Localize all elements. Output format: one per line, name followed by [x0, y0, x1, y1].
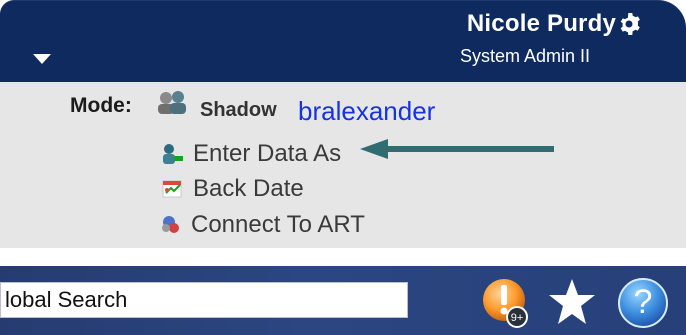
user-name[interactable]: Nicole Purdy	[467, 10, 616, 38]
calendar-icon	[162, 180, 182, 198]
back-date-label: Back Date	[193, 175, 304, 202]
dropdown-caret-icon[interactable]	[32, 52, 52, 66]
settings-gear-icon[interactable]	[617, 12, 641, 36]
enter-data-as-link[interactable]: Enter Data As	[160, 140, 341, 168]
global-search-value: lobal Search	[5, 287, 128, 312]
section-gap	[0, 248, 686, 267]
alert-icon[interactable]: 9+	[482, 276, 534, 328]
connect-to-art-link[interactable]: Connect To ART	[160, 211, 365, 239]
connect-to-art-label: Connect To ART	[191, 211, 365, 238]
mode-label: Mode:	[70, 94, 132, 117]
favorites-star-icon[interactable]	[546, 276, 598, 328]
annotation-arrow-icon	[360, 139, 554, 159]
user-role: System Admin II	[459, 46, 590, 66]
shadow-label: Shadow	[200, 99, 277, 121]
svg-text:?: ?	[634, 283, 653, 321]
enter-data-as-label: Enter Data As	[193, 140, 342, 167]
alerts-badge: 9+	[511, 312, 524, 324]
shadow-users-icon	[158, 91, 186, 114]
shadow-username-link[interactable]: bralexander	[298, 96, 435, 127]
connect-icon	[162, 216, 179, 233]
help-icon[interactable]: ?	[617, 277, 669, 329]
enter-data-icon	[163, 144, 183, 164]
back-date-link[interactable]: Back Date	[160, 175, 304, 203]
global-search-input[interactable]: lobal Search	[0, 282, 408, 318]
